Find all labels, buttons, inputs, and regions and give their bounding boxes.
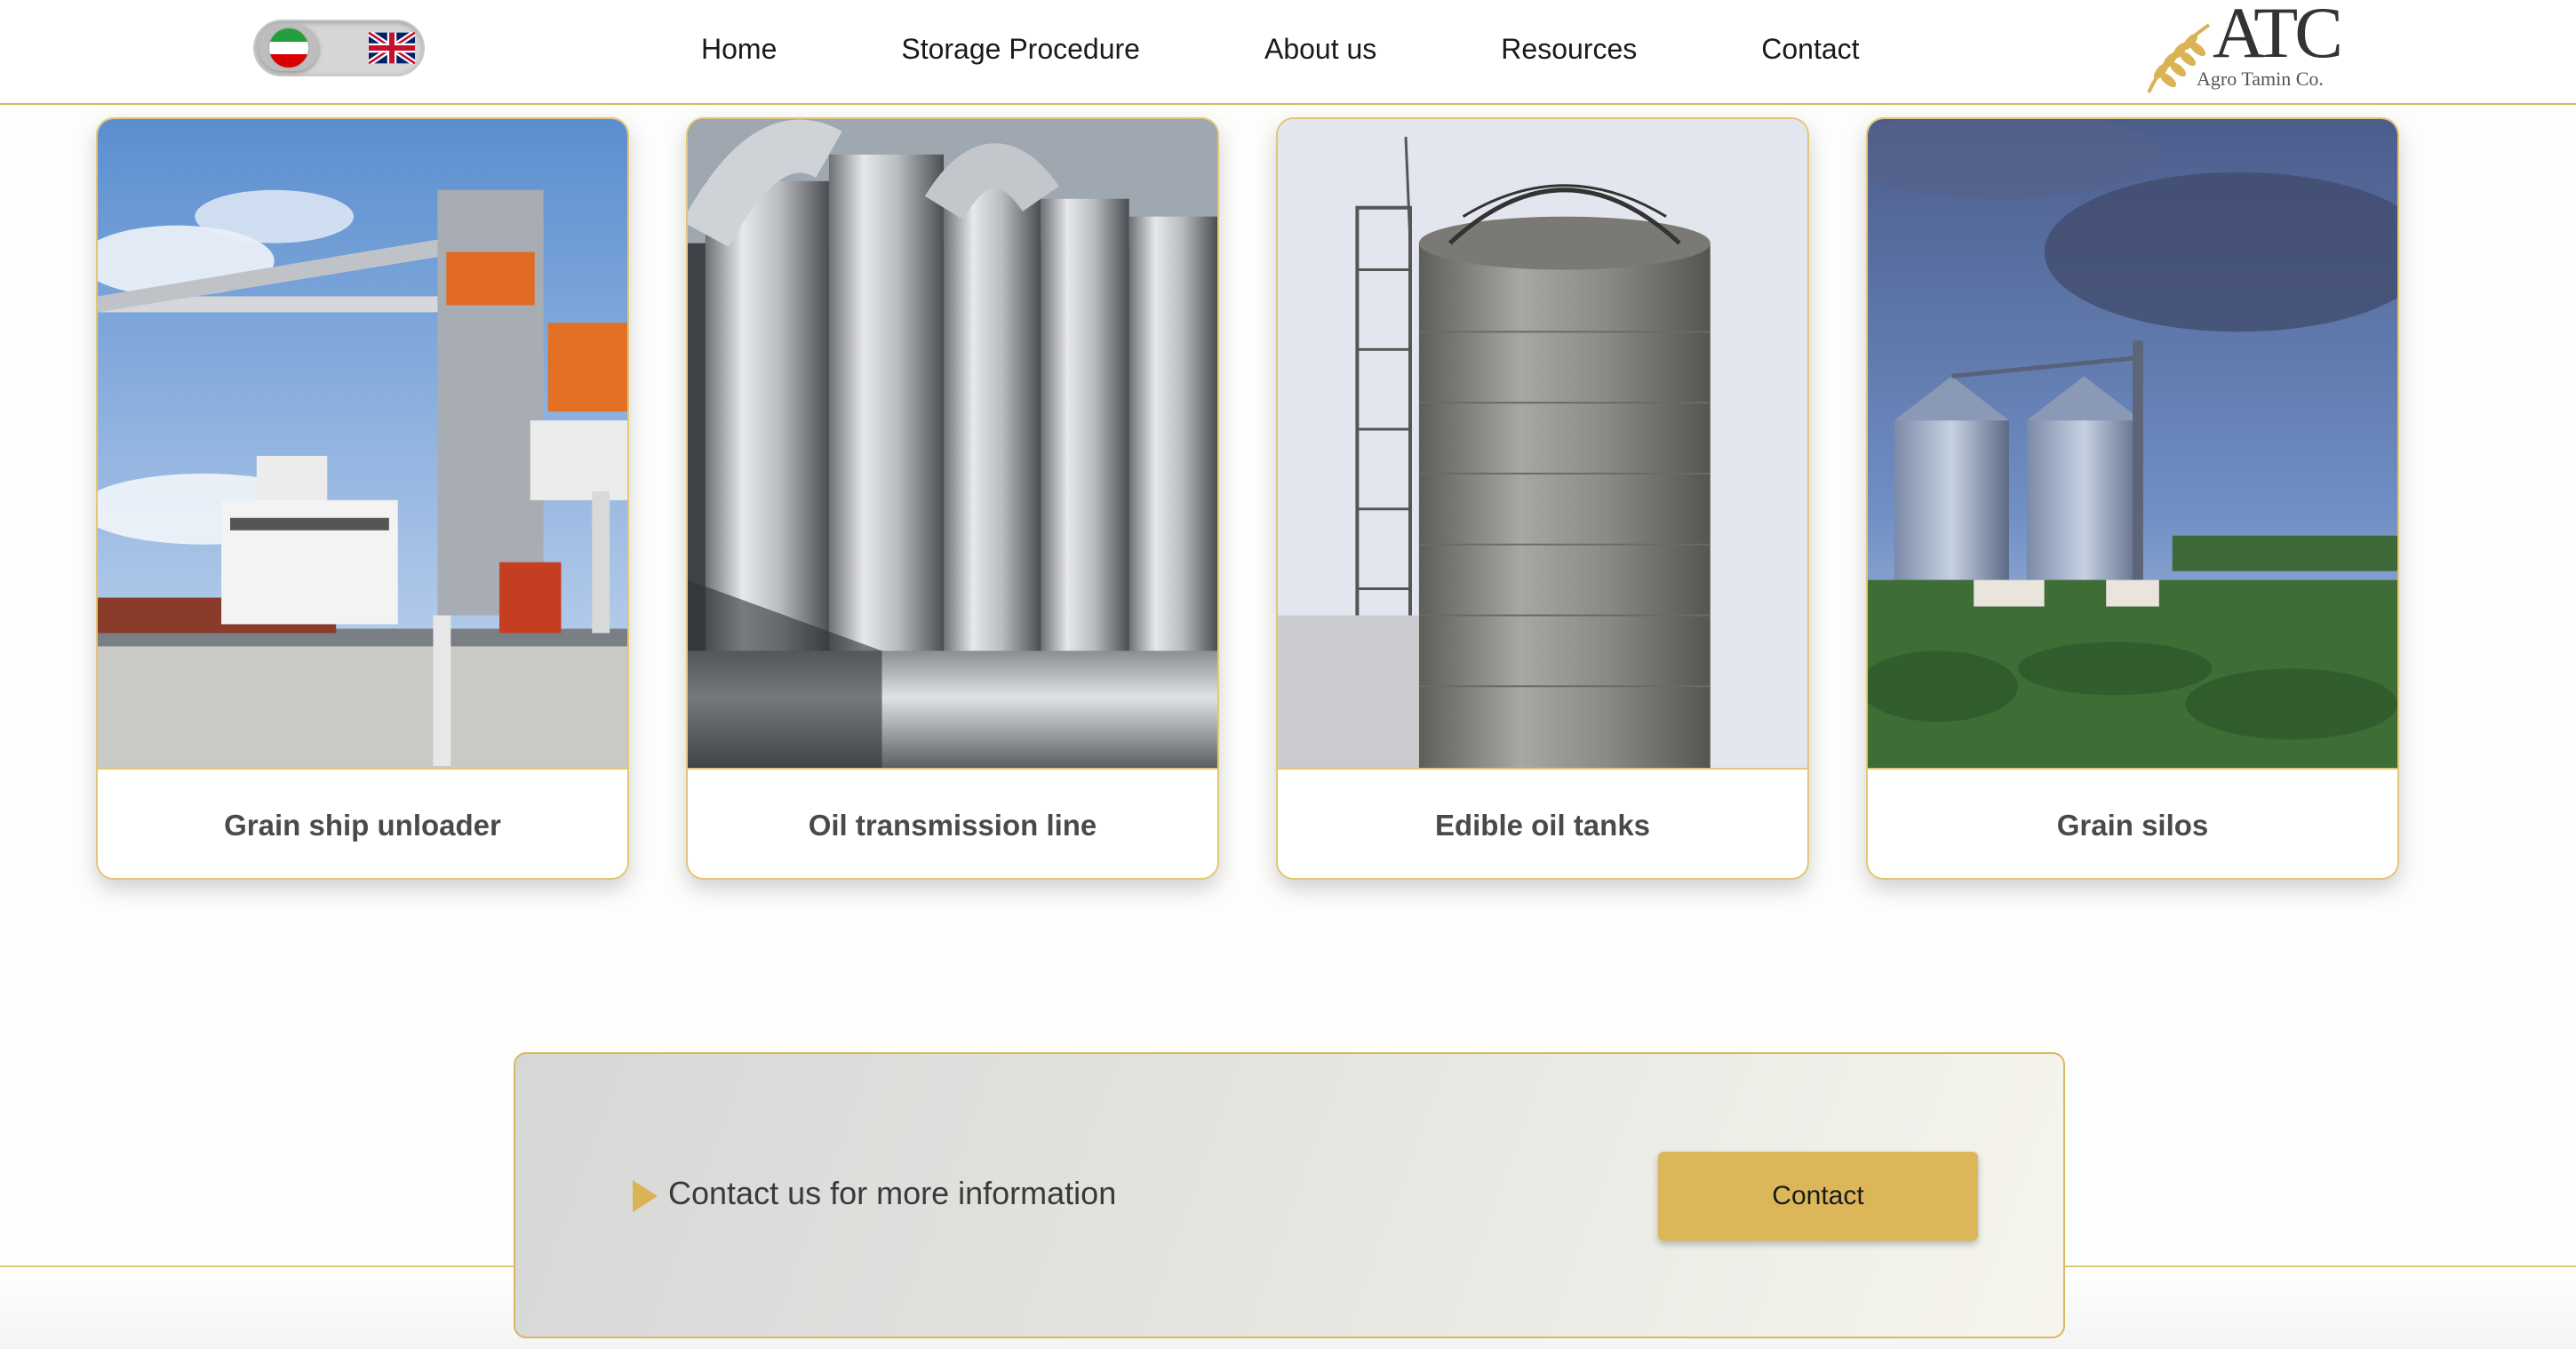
triangle-arrow-icon [633, 1180, 658, 1212]
language-toggle[interactable] [253, 20, 425, 76]
nav-home[interactable]: Home [701, 33, 777, 66]
nav-contact[interactable]: Contact [1761, 33, 1859, 66]
contact-cta-box: Contact us for more information Contact [514, 1052, 2065, 1338]
contact-button[interactable]: Contact [1658, 1152, 1978, 1241]
card-label: Grain ship unloader [224, 809, 501, 842]
iran-flag-icon [268, 28, 309, 68]
language-toggle-knob[interactable] [259, 25, 319, 71]
nav-about-us[interactable]: About us [1264, 33, 1376, 66]
site-header: Home Storage Procedure About us Resource… [0, 0, 2576, 105]
company-logo[interactable]: ATC Agro Tamin Co. [2141, 0, 2343, 98]
card-grain-silos[interactable]: Grain silos [1866, 117, 2399, 880]
card-oil-transmission-line[interactable]: Oil transmission line [686, 117, 1219, 880]
logo-mark: ATC [2213, 0, 2343, 73]
cta-text: Contact us for more information [668, 1175, 1117, 1211]
card-label: Edible oil tanks [1434, 809, 1651, 842]
oil-transmission-line-image [688, 119, 1217, 770]
grain-ship-unloader-image [98, 119, 627, 770]
grain-silos-image [1868, 119, 2397, 770]
edible-oil-tanks-image [1278, 119, 1807, 770]
card-label: Grain silos [2056, 809, 2209, 842]
card-label: Oil transmission line [808, 809, 1097, 842]
card-grain-ship-unloader[interactable]: Grain ship unloader [96, 117, 629, 880]
main-nav: Home Storage Procedure About us Resource… [658, 0, 1984, 98]
facility-cards: Grain ship unloader Oil transmission lin… [96, 117, 2399, 882]
logo-subtitle: Agro Tamin Co. [2197, 68, 2324, 90]
card-edible-oil-tanks[interactable]: Edible oil tanks [1276, 117, 1809, 880]
uk-flag-icon [369, 32, 415, 64]
nav-storage-procedure[interactable]: Storage Procedure [901, 33, 1140, 66]
nav-resources[interactable]: Resources [1501, 33, 1637, 66]
